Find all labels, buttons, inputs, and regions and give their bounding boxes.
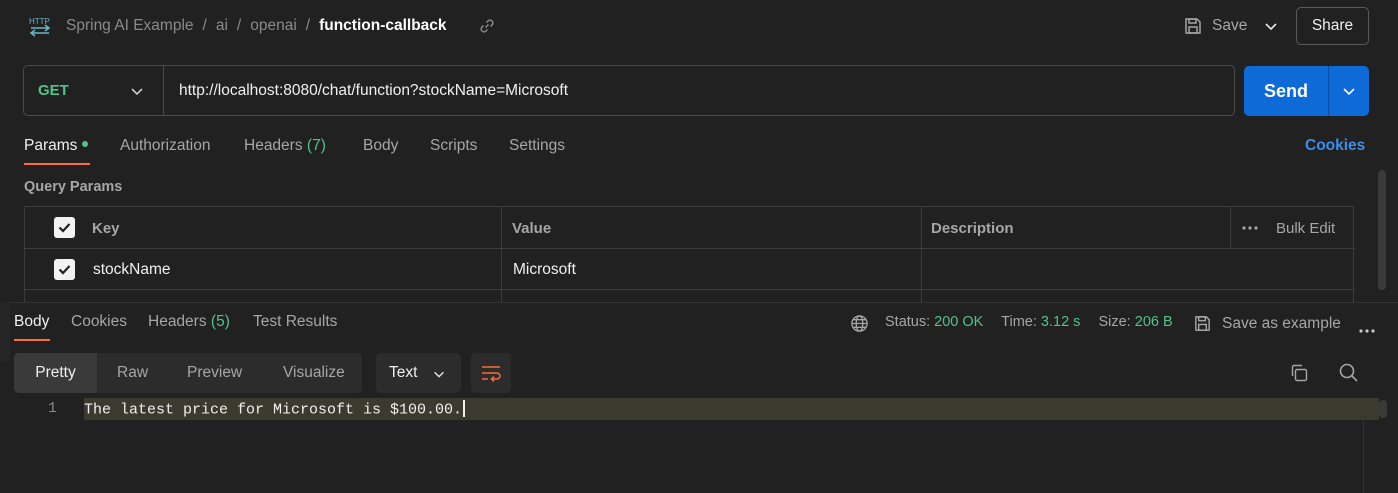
time-value[interactable]: 3.12 s xyxy=(1041,314,1081,330)
response-body-line[interactable]: The latest price for Microsoft is $100.0… xyxy=(84,400,466,419)
column-divider xyxy=(1230,207,1231,249)
breadcrumb-folder-ai[interactable]: ai xyxy=(216,17,228,35)
bulk-edit-link[interactable]: Bulk Edit xyxy=(1276,220,1335,237)
tab-headers-label: Headers xyxy=(244,137,303,154)
scrollbar-thumb[interactable] xyxy=(1379,400,1387,418)
tab-settings[interactable]: Settings xyxy=(509,137,565,155)
text-caret xyxy=(463,400,466,417)
save-as-example-label: Save as example xyxy=(1222,314,1341,332)
response-body-text: The latest price for Microsoft is $100.0… xyxy=(84,401,463,419)
format-preview[interactable]: Preview xyxy=(187,353,242,393)
query-params-table: Key Value Description Bulk Edit stockNam… xyxy=(24,206,1355,303)
response-tab-headers-label: Headers xyxy=(148,313,207,330)
tab-params-label: Params xyxy=(24,137,78,154)
param-value-input[interactable]: Microsoft xyxy=(513,261,576,279)
breadcrumb-folder-openai[interactable]: openai xyxy=(250,17,297,35)
wrap-lines-icon xyxy=(482,366,501,382)
tab-headers[interactable]: Headers (7) xyxy=(244,137,326,155)
tab-scripts[interactable]: Scripts xyxy=(430,137,477,155)
format-raw[interactable]: Raw xyxy=(117,353,148,393)
tab-authorization[interactable]: Authorization xyxy=(120,137,210,155)
content-type-label: Text xyxy=(389,364,418,381)
select-all-checkbox[interactable] xyxy=(54,217,75,238)
breadcrumb-separator: / xyxy=(202,17,207,34)
tab-params[interactable]: Params xyxy=(24,137,89,155)
link-icon[interactable] xyxy=(478,17,496,35)
save-icon xyxy=(1185,18,1201,34)
params-active-dot xyxy=(82,140,89,147)
column-header-value: Value xyxy=(512,220,552,237)
url-bar: GET http://localhost:8080/chat/function?… xyxy=(23,65,1235,116)
active-tab-indicator xyxy=(14,339,50,341)
response-tab-test-results[interactable]: Test Results xyxy=(253,313,337,331)
method-select[interactable]: GET xyxy=(24,66,164,115)
scrollbar-thumb[interactable] xyxy=(1378,170,1386,290)
response-tab-cookies[interactable]: Cookies xyxy=(71,313,127,331)
param-key-input[interactable]: stockName xyxy=(93,261,171,279)
format-visualize[interactable]: Visualize xyxy=(283,353,345,393)
method-label: GET xyxy=(38,82,69,99)
response-tab-body[interactable]: Body xyxy=(14,313,49,331)
row-divider xyxy=(25,248,1355,249)
svg-text:HTTP: HTTP xyxy=(29,17,50,26)
breadcrumb: Spring AI Example / ai / openai / functi… xyxy=(66,17,447,35)
time-label: Time: xyxy=(1001,314,1037,330)
headers-count: (7) xyxy=(306,137,326,154)
save-button[interactable]: Save xyxy=(1183,13,1247,39)
size-value[interactable]: 206 B xyxy=(1135,314,1173,330)
save-label: Save xyxy=(1212,17,1248,34)
breadcrumb-collection[interactable]: Spring AI Example xyxy=(66,17,194,35)
response-headers-count: (5) xyxy=(210,313,230,330)
request-name[interactable]: function-callback xyxy=(319,17,446,35)
share-button[interactable]: Share xyxy=(1296,7,1369,45)
format-tabs: Pretty Raw Preview Visualize xyxy=(14,353,362,393)
status-label: Status: xyxy=(885,314,931,330)
save-options-chevron-icon[interactable] xyxy=(1262,17,1280,35)
send-button-group: Send xyxy=(1244,66,1369,116)
column-header-description: Description xyxy=(931,220,1014,237)
breadcrumb-separator: / xyxy=(236,17,242,34)
more-options-icon[interactable] xyxy=(1241,220,1259,240)
cookies-link[interactable]: Cookies xyxy=(1305,137,1365,155)
tab-body[interactable]: Body xyxy=(363,137,398,155)
save-as-example-button[interactable]: Save as example xyxy=(1193,314,1341,333)
http-request-icon: HTTP xyxy=(28,14,52,38)
response-tab-headers[interactable]: Headers (5) xyxy=(148,313,230,331)
row-checkbox[interactable] xyxy=(54,259,75,280)
search-icon[interactable] xyxy=(1338,362,1359,387)
query-params-title: Query Params xyxy=(24,179,123,195)
content-type-select[interactable]: Text xyxy=(376,353,461,393)
editor-divider xyxy=(1363,420,1364,493)
more-options-icon[interactable] xyxy=(1358,321,1376,338)
chevron-down-icon xyxy=(131,88,143,96)
size-label: Size: xyxy=(1098,314,1131,330)
save-icon xyxy=(1195,316,1210,331)
copy-icon[interactable] xyxy=(1289,363,1309,387)
status-value[interactable]: 200 OK xyxy=(934,314,983,330)
column-header-key: Key xyxy=(92,220,120,237)
param-description-input[interactable] xyxy=(931,261,1351,281)
chevron-down-icon xyxy=(434,371,444,378)
breadcrumb-separator: / xyxy=(305,17,311,34)
url-input[interactable]: http://localhost:8080/chat/function?stoc… xyxy=(179,66,568,115)
response-meta: Status: 200 OK Time: 3.12 s Size: 206 B xyxy=(885,314,1173,330)
panel-resize-handle[interactable] xyxy=(0,302,10,362)
format-pretty[interactable]: Pretty xyxy=(14,353,97,393)
line-number: 1 xyxy=(48,401,57,417)
send-button[interactable]: Send xyxy=(1244,66,1328,116)
send-options-chevron-icon[interactable] xyxy=(1340,82,1358,100)
active-tab-indicator xyxy=(24,163,90,165)
row-divider xyxy=(25,289,1355,290)
send-divider xyxy=(1328,66,1329,116)
globe-icon[interactable] xyxy=(850,314,869,337)
wrap-lines-button[interactable] xyxy=(471,353,511,393)
